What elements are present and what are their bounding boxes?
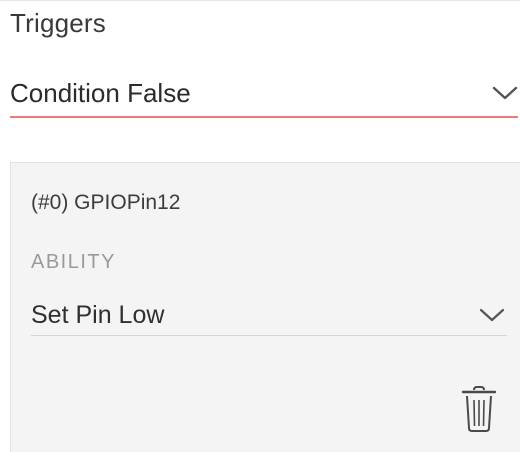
ability-label: ABILITY — [31, 251, 116, 273]
triggers-panel: Triggers Condition False (#0) GPIOPin12 … — [0, 0, 520, 452]
ability-value: Set Pin Low — [31, 301, 165, 329]
section-title: Triggers — [10, 8, 106, 38]
top-divider — [0, 0, 520, 1]
trash-icon — [461, 386, 497, 432]
action-card: (#0) GPIOPin12 ABILITY Set Pin Low — [10, 162, 520, 452]
condition-dropdown[interactable]: Condition False — [10, 72, 518, 118]
ability-dropdown[interactable]: Set Pin Low — [31, 295, 507, 336]
chevron-down-icon — [479, 308, 505, 322]
device-name: (#0) GPIOPin12 — [31, 191, 181, 214]
condition-value: Condition False — [10, 78, 191, 108]
chevron-down-icon — [492, 86, 518, 100]
delete-action-button[interactable] — [459, 385, 499, 433]
